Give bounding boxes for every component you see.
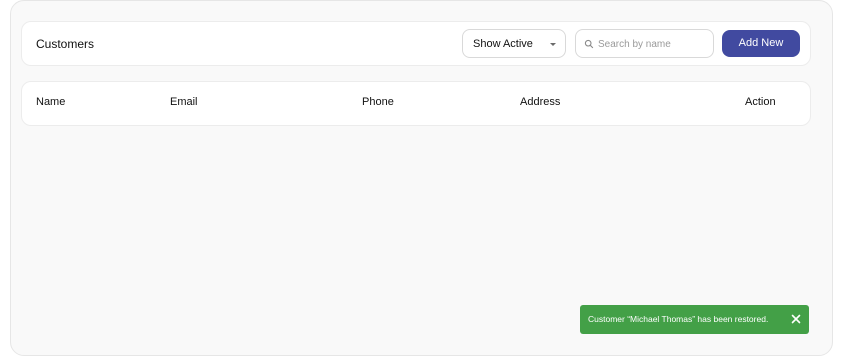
search-input[interactable] <box>598 36 708 52</box>
column-header-phone: Phone <box>362 96 394 108</box>
add-new-button[interactable]: Add New <box>722 30 800 57</box>
table-header-card <box>21 81 811 126</box>
column-header-action: Action <box>745 96 776 108</box>
column-header-email: Email <box>170 96 198 108</box>
close-icon[interactable] <box>790 313 802 325</box>
column-header-address: Address <box>520 96 561 108</box>
toast-message: Customer “Michael Thomas” has been resto… <box>588 314 769 324</box>
success-toast: Customer “Michael Thomas” has been resto… <box>580 305 809 334</box>
search-box[interactable] <box>575 29 714 58</box>
search-icon <box>584 39 594 49</box>
column-header-name: Name <box>36 96 66 108</box>
status-filter-value: Show Active <box>473 38 533 50</box>
chevron-down-icon <box>550 43 556 46</box>
page-title: Customers <box>36 37 95 51</box>
status-filter-select[interactable]: Show Active <box>462 29 566 58</box>
